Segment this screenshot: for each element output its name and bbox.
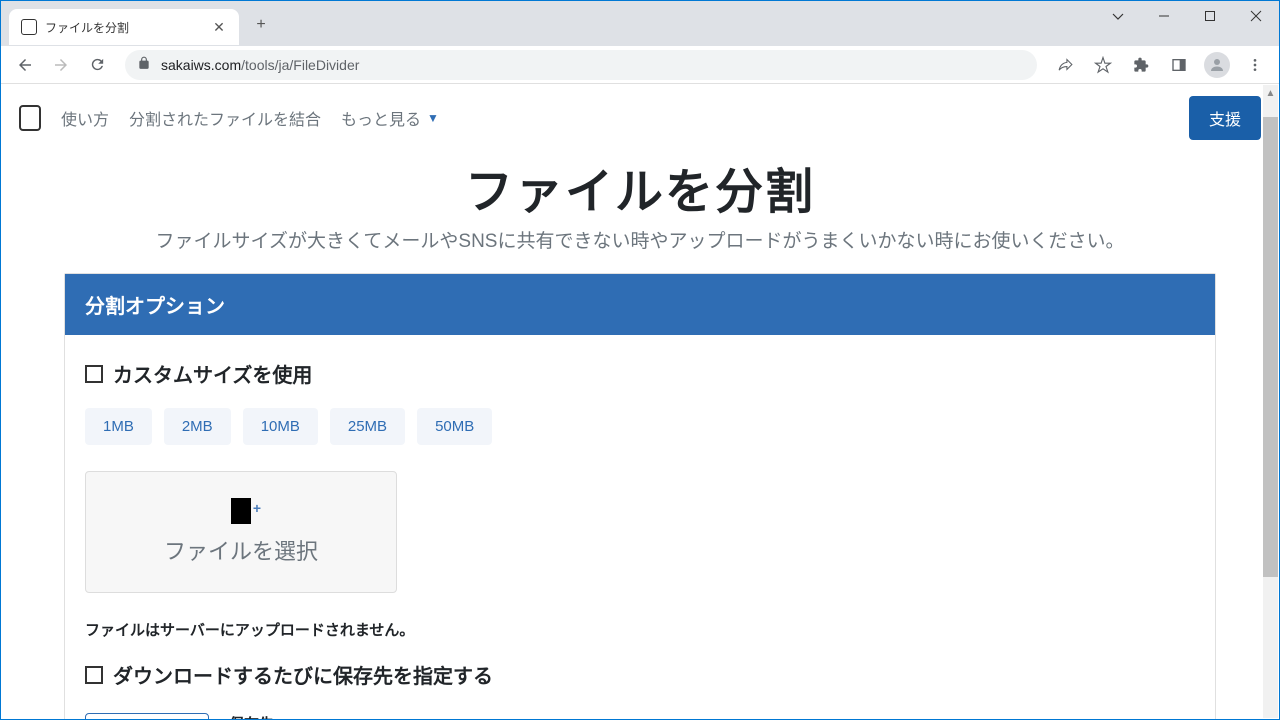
tab-search-button[interactable] [1095, 1, 1141, 31]
scroll-up-icon[interactable]: ▲ [1263, 85, 1278, 101]
support-button[interactable]: 支援 [1189, 96, 1261, 140]
vertical-scrollbar[interactable]: ▲ [1263, 85, 1278, 718]
size-10mb-button[interactable]: 10MB [243, 408, 318, 445]
options-panel: 分割オプション カスタムサイズを使用 1MB 2MB 10MB 25MB 50M… [64, 273, 1216, 719]
page-title: ファイルを分割 [19, 152, 1261, 222]
chevron-down-icon: ▼ [427, 111, 439, 125]
profile-avatar[interactable] [1201, 49, 1233, 81]
url-input[interactable]: sakaiws.com/tools/ja/FileDivider [125, 50, 1037, 80]
page-subtitle: ファイルサイズが大きくてメールやSNSに共有できない時やアップロードがうまくいか… [19, 226, 1261, 253]
back-button[interactable] [9, 49, 41, 81]
panel-body: カスタムサイズを使用 1MB 2MB 10MB 25MB 50MB + ファイル… [65, 335, 1215, 719]
size-buttons: 1MB 2MB 10MB 25MB 50MB [85, 408, 1195, 445]
save-location-info: 保存先： デフォルトの保存先 [229, 713, 364, 719]
menu-icon[interactable] [1239, 49, 1271, 81]
extensions-icon[interactable] [1125, 49, 1157, 81]
address-bar: sakaiws.com/tools/ja/FileDivider [1, 46, 1279, 84]
maximize-button[interactable] [1187, 1, 1233, 31]
hero: ファイルを分割 ファイルサイズが大きくてメールやSNSに共有できない時やアップロ… [1, 152, 1279, 253]
custom-size-checkbox[interactable] [85, 365, 103, 383]
close-button[interactable] [1233, 1, 1279, 31]
specify-save-row: ダウンロードするたびに保存先を指定する [85, 660, 1195, 689]
size-50mb-button[interactable]: 50MB [417, 408, 492, 445]
custom-size-row: カスタムサイズを使用 [85, 359, 1195, 388]
upload-notice: ファイルはサーバーにアップロードされません。 [85, 619, 1195, 640]
nav-howto[interactable]: 使い方 [61, 106, 109, 130]
size-25mb-button[interactable]: 25MB [330, 408, 405, 445]
panel-header: 分割オプション [65, 274, 1215, 335]
size-2mb-button[interactable]: 2MB [164, 408, 231, 445]
size-1mb-button[interactable]: 1MB [85, 408, 152, 445]
bookmark-icon[interactable] [1087, 49, 1119, 81]
site-header: 使い方 分割されたファイルを結合 もっと見る ▼ 支援 [1, 84, 1279, 152]
specify-save-checkbox[interactable] [85, 666, 103, 684]
share-icon[interactable] [1049, 49, 1081, 81]
window-controls [1095, 1, 1279, 31]
nav-more[interactable]: もっと見る ▼ [341, 106, 439, 130]
tab-title: ファイルを分割 [45, 19, 211, 36]
file-select-dropzone[interactable]: + ファイルを選択 [85, 471, 397, 593]
custom-size-label: カスタムサイズを使用 [113, 359, 312, 388]
url-path: /tools/ja/FileDivider [241, 57, 359, 73]
file-select-label: ファイルを選択 [164, 534, 318, 566]
url-domain: sakaiws.com [161, 57, 241, 73]
forward-button[interactable] [45, 49, 77, 81]
scrollbar-thumb[interactable] [1263, 117, 1278, 577]
site-logo-icon[interactable] [19, 105, 41, 131]
page-content: 使い方 分割されたファイルを結合 もっと見る ▼ 支援 ファイルを分割 ファイル… [1, 84, 1279, 719]
titlebar: ファイルを分割 ✕ + [1, 1, 1279, 46]
save-location-button[interactable]: 保存先を指定 [85, 713, 209, 719]
tab-favicon-icon [21, 19, 37, 35]
plus-icon: + [253, 500, 261, 516]
minimize-button[interactable] [1141, 1, 1187, 31]
file-icon: + [231, 498, 251, 524]
lock-icon [137, 56, 151, 73]
reload-button[interactable] [81, 49, 113, 81]
nav-combine[interactable]: 分割されたファイルを結合 [129, 106, 321, 130]
browser-tab[interactable]: ファイルを分割 ✕ [9, 9, 239, 45]
new-tab-button[interactable]: + [247, 11, 275, 39]
save-location-row: 保存先を指定 保存先： デフォルトの保存先 [85, 713, 1195, 719]
sidepanel-icon[interactable] [1163, 49, 1195, 81]
tab-close-button[interactable]: ✕ [211, 19, 227, 35]
nav-more-label: もっと見る [341, 106, 421, 130]
browser-window: ファイルを分割 ✕ + sakaiws.com/tools/ja/FileDiv… [0, 0, 1280, 720]
save-label: 保存先： [229, 713, 364, 719]
specify-save-label: ダウンロードするたびに保存先を指定する [113, 660, 493, 689]
